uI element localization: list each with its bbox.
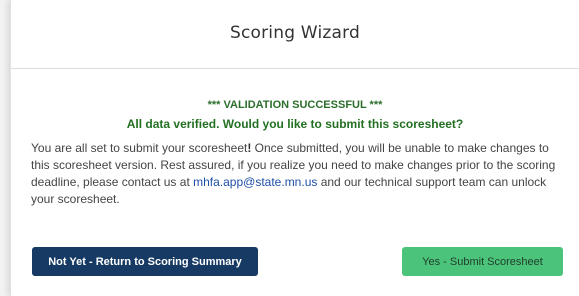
validation-status: *** VALIDATION SUCCESSFUL *** <box>207 99 383 111</box>
scoring-wizard-modal: Scoring Wizard *** VALIDATION SUCCESSFUL… <box>10 0 579 296</box>
modal-title: Scoring Wizard <box>229 22 360 43</box>
support-email-link[interactable]: mhfa.app@state.mn.us <box>193 175 317 189</box>
submit-scoresheet-button[interactable]: Yes - Submit Scoresheet <box>402 247 563 276</box>
validation-question: All data verified. Would you like to sub… <box>126 117 464 131</box>
message-part1: You are all set to submit your scoreshee… <box>31 141 248 155</box>
return-to-scoring-summary-button[interactable]: Not Yet - Return to Scoring Summary <box>32 247 258 276</box>
submission-message: You are all set to submit your scoreshee… <box>31 140 563 208</box>
modal-header: Scoring Wizard <box>11 0 579 69</box>
